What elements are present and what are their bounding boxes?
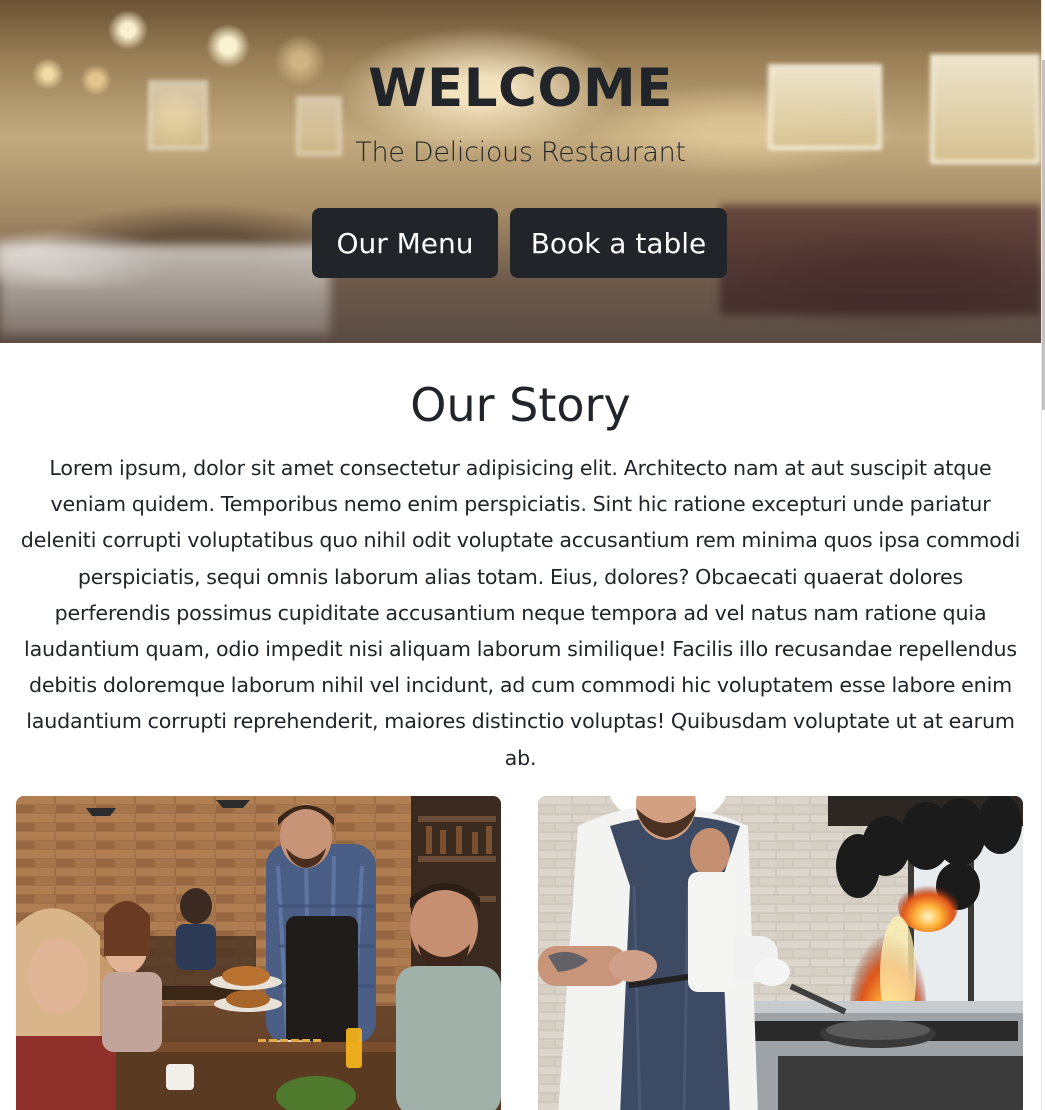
page: WELCOME The Delicious Restaurant Our Men… [0, 0, 1045, 1110]
chef-cooking-image [538, 796, 1023, 1110]
hero-subtitle: The Delicious Restaurant [355, 137, 686, 168]
hero-title: WELCOME [368, 58, 673, 119]
page-scrollbar[interactable] [1041, 0, 1045, 1110]
story-text: Lorem ipsum, dolor sit amet consectetur … [20, 456, 1021, 770]
chef-kitchen-photo [538, 796, 1023, 1110]
hero-content: WELCOME The Delicious Restaurant Our Men… [0, 0, 1041, 343]
story-title: Our Story [410, 378, 631, 432]
dining-scene-image [16, 796, 501, 1110]
restaurant-dining-photo [16, 796, 501, 1110]
hero-section: WELCOME The Delicious Restaurant Our Men… [0, 0, 1041, 343]
book-table-button[interactable]: Book a table [510, 208, 727, 278]
our-menu-button[interactable]: Our Menu [312, 208, 498, 278]
